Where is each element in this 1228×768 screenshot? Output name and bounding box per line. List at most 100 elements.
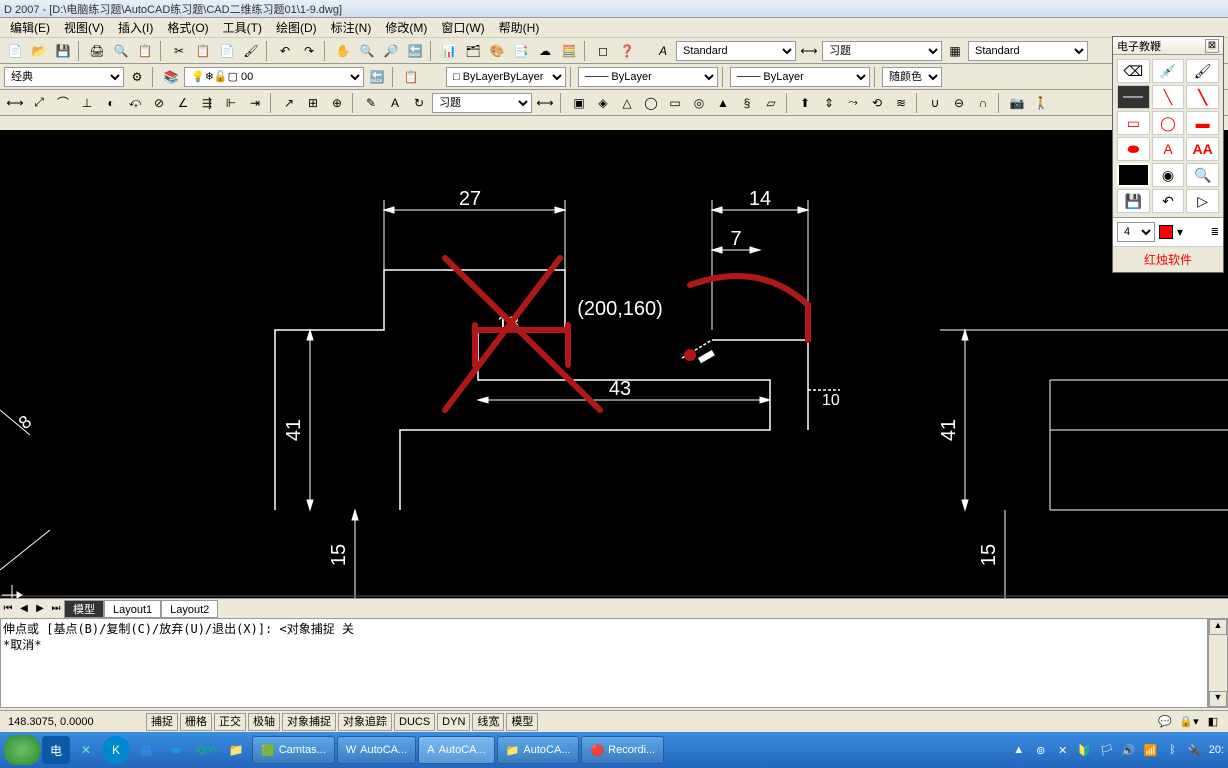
dim-arc-icon[interactable]: ⌒ bbox=[52, 92, 74, 114]
menu-edit[interactable]: 编辑(E) bbox=[4, 17, 56, 38]
tablestyle-combo[interactable]: Standard bbox=[968, 41, 1088, 61]
intersect-icon[interactable]: ∩ bbox=[972, 92, 994, 114]
dyn-toggle[interactable]: DYN bbox=[437, 713, 470, 731]
status-lock-icon[interactable]: 🔒▾ bbox=[1178, 711, 1200, 733]
ortho-toggle[interactable]: 正交 bbox=[214, 713, 246, 731]
tray-app1-icon[interactable]: ⊚ bbox=[1033, 742, 1049, 758]
polar-toggle[interactable]: 极轴 bbox=[248, 713, 280, 731]
brush-icon[interactable]: 🖌 bbox=[1186, 59, 1219, 83]
play-icon[interactable]: ▷ bbox=[1186, 189, 1219, 213]
dropdown-icon[interactable]: ▾ bbox=[1177, 225, 1183, 239]
start-button[interactable] bbox=[4, 735, 40, 765]
tray-safe-icon[interactable]: 🔰 bbox=[1077, 742, 1093, 758]
menu-view[interactable]: 视图(V) bbox=[58, 17, 110, 38]
dim-quick-icon[interactable]: ⇶ bbox=[196, 92, 218, 114]
dim-linear-icon[interactable]: ⟷ bbox=[4, 92, 26, 114]
task-word[interactable]: WAutoCA... bbox=[337, 736, 416, 764]
lineweight-combo[interactable]: ─── ByLayer bbox=[730, 67, 870, 87]
status-tray-icon[interactable]: ◧ bbox=[1202, 711, 1224, 733]
3d-poly-icon[interactable]: ◈ bbox=[592, 92, 614, 114]
dimupdate-icon[interactable]: ↻ bbox=[408, 92, 430, 114]
sheetset-icon[interactable]: 📑 bbox=[510, 40, 532, 62]
walk-icon[interactable]: 🚶 bbox=[1030, 92, 1052, 114]
designcenter-icon[interactable]: 🗂 bbox=[462, 40, 484, 62]
block-icon[interactable]: ◻ bbox=[592, 40, 614, 62]
dimstyle-combo2[interactable]: 习题 bbox=[432, 93, 532, 113]
cut-icon[interactable]: ✂ bbox=[168, 40, 190, 62]
textstyle-combo[interactable]: Standard bbox=[676, 41, 796, 61]
extrude-icon[interactable]: ⬆ bbox=[794, 92, 816, 114]
blackboard-icon[interactable] bbox=[1117, 163, 1150, 187]
undo-sketch-icon[interactable]: ↶ bbox=[1152, 189, 1185, 213]
magnify-icon[interactable]: 🔍 bbox=[1186, 163, 1219, 187]
dim-continue-icon[interactable]: ⇥ bbox=[244, 92, 266, 114]
ql-app1-icon[interactable]: 电 bbox=[42, 736, 70, 764]
copy-icon[interactable]: 📋 bbox=[192, 40, 214, 62]
3d-cyl-icon[interactable]: ▭ bbox=[664, 92, 686, 114]
centermark-icon[interactable]: ⊕ bbox=[326, 92, 348, 114]
tray-time[interactable]: 20: bbox=[1209, 744, 1224, 756]
zoom-window-icon[interactable]: 🔎 bbox=[380, 40, 402, 62]
drawing-canvas[interactable]: 27 14 7 13 (200,160) bbox=[0, 130, 1228, 598]
rect-icon[interactable]: ▭ bbox=[1117, 111, 1150, 135]
ql-app3-icon[interactable]: ▤ bbox=[132, 736, 160, 764]
table-icon[interactable]: ▦ bbox=[944, 40, 966, 62]
menu-insert[interactable]: 插入(I) bbox=[112, 17, 159, 38]
layer-prev-icon[interactable]: 🔙 bbox=[366, 66, 388, 88]
toolpalette-icon[interactable]: 🎨 bbox=[486, 40, 508, 62]
status-comm-icon[interactable]: 💬 bbox=[1154, 711, 1176, 733]
tab-model[interactable]: 模型 bbox=[64, 600, 104, 618]
command-window[interactable]: 伸点或 [基点(B)/复制(C)/放弃(U)/退出(X)]: <对象捕捉 关 *… bbox=[0, 618, 1208, 708]
redo-icon[interactable]: ↷ bbox=[298, 40, 320, 62]
dim-radius-icon[interactable]: ◐ bbox=[100, 92, 122, 114]
layer-props-icon[interactable]: 📚 bbox=[160, 66, 182, 88]
zoom-prev-icon[interactable]: 🔙 bbox=[404, 40, 426, 62]
tab-layout2[interactable]: Layout2 bbox=[161, 600, 218, 618]
layer-combo[interactable]: 💡❄🔓▢ 00 bbox=[184, 67, 364, 87]
3d-box-icon[interactable]: ▣ bbox=[568, 92, 590, 114]
dim-angular-icon[interactable]: ∠ bbox=[172, 92, 194, 114]
grid-toggle[interactable]: 栅格 bbox=[180, 713, 212, 731]
task-recorder[interactable]: 🔴Recordi... bbox=[581, 736, 664, 764]
tab-layout1[interactable]: Layout1 bbox=[104, 600, 161, 618]
eteach-header[interactable]: 电子教鞭 ⊠ bbox=[1113, 37, 1223, 55]
line-thin-icon[interactable] bbox=[1117, 85, 1150, 109]
revolve-icon[interactable]: ⟲ bbox=[866, 92, 888, 114]
print-icon[interactable]: 🖨 bbox=[86, 40, 108, 62]
osnap-toggle[interactable]: 对象捕捉 bbox=[282, 713, 336, 731]
dim-diameter-icon[interactable]: ⊘ bbox=[148, 92, 170, 114]
scroll-up-icon[interactable]: ▲ bbox=[1209, 619, 1227, 635]
menu-tools[interactable]: 工具(T) bbox=[217, 17, 268, 38]
presspull-icon[interactable]: ⇕ bbox=[818, 92, 840, 114]
3d-cone-icon[interactable]: △ bbox=[616, 92, 638, 114]
lwt-toggle[interactable]: 线宽 bbox=[472, 713, 504, 731]
eyedrop-icon[interactable]: 💉 bbox=[1152, 59, 1185, 83]
ext-icon[interactable]: ≣ bbox=[1211, 227, 1219, 238]
match-icon[interactable]: 🖌 bbox=[240, 40, 262, 62]
paste-icon[interactable]: 📄 bbox=[216, 40, 238, 62]
text-big-icon[interactable]: AA bbox=[1186, 137, 1219, 161]
last-tab-icon[interactable]: ⏭ bbox=[48, 601, 64, 617]
3d-planar-icon[interactable]: ▱ bbox=[760, 92, 782, 114]
3d-torus-icon[interactable]: ◎ bbox=[688, 92, 710, 114]
command-scrollbar[interactable]: ▲ ▼ bbox=[1208, 618, 1228, 708]
spotlight-icon[interactable]: ◉ bbox=[1152, 163, 1185, 187]
tray-net-icon[interactable]: 🔊 bbox=[1121, 742, 1137, 758]
properties-icon[interactable]: 📊 bbox=[438, 40, 460, 62]
text-a-icon[interactable]: A bbox=[652, 40, 674, 62]
markup-icon[interactable]: ☁ bbox=[534, 40, 556, 62]
tray-power-icon[interactable]: 🔌 bbox=[1187, 742, 1203, 758]
undo-icon[interactable]: ↶ bbox=[274, 40, 296, 62]
text-icon[interactable]: A bbox=[1152, 137, 1185, 161]
ql-kugou-icon[interactable]: K bbox=[102, 736, 130, 764]
scroll-down-icon[interactable]: ▼ bbox=[1209, 691, 1227, 707]
zoom-realtime-icon[interactable]: 🔍 bbox=[356, 40, 378, 62]
prev-tab-icon[interactable]: ◀ bbox=[16, 601, 32, 617]
ql-explorer-icon[interactable]: 📁 bbox=[222, 736, 250, 764]
dim-ordinate-icon[interactable]: ⊥ bbox=[76, 92, 98, 114]
camera-icon[interactable]: 📷 bbox=[1006, 92, 1028, 114]
3d-helix-icon[interactable]: § bbox=[736, 92, 758, 114]
tray-bt-icon[interactable]: ᛒ bbox=[1165, 742, 1181, 758]
dim-jogged-icon[interactable]: ⤽ bbox=[124, 92, 146, 114]
menu-modify[interactable]: 修改(M) bbox=[379, 17, 433, 38]
